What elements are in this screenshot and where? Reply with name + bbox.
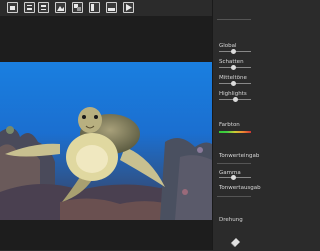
open-tool-icon[interactable]: [7, 2, 18, 13]
eraser-icon[interactable]: [230, 232, 241, 248]
global-slider-thumb[interactable]: [231, 49, 236, 54]
output-tone-track[interactable]: [217, 196, 251, 197]
hue-gradient-bar[interactable]: [219, 131, 251, 133]
divider: [217, 19, 251, 20]
highlights-slider-thumb[interactable]: [233, 97, 238, 102]
turtle-photo: [0, 62, 212, 220]
gamma-slider-thumb[interactable]: [231, 175, 236, 180]
gamma-slider[interactable]: [219, 175, 251, 180]
crop-tool-icon[interactable]: [24, 2, 35, 13]
frame-tool-icon[interactable]: [106, 2, 117, 13]
adjust-tool-icon[interactable]: [38, 2, 49, 13]
output-tone-label: Tonwertausgab: [219, 185, 261, 191]
highlights-slider[interactable]: [219, 97, 251, 102]
global-slider[interactable]: [219, 49, 251, 54]
input-tone-label: Tonwerteingab: [219, 153, 260, 159]
image-canvas[interactable]: [0, 16, 212, 250]
input-tone-track[interactable]: [217, 163, 251, 164]
midtones-slider-thumb[interactable]: [231, 81, 236, 86]
midtones-slider[interactable]: [219, 81, 251, 86]
adjustments-panel: Global Schatten Mitteltöne Highlights Fa…: [212, 0, 261, 250]
split-tool-icon[interactable]: [89, 2, 100, 13]
hue-label: Farbton: [219, 122, 240, 128]
shadows-slider[interactable]: [219, 65, 251, 70]
layers-tool-icon[interactable]: [72, 2, 83, 13]
landscape-filter-icon[interactable]: [55, 2, 66, 13]
shadows-slider-thumb[interactable]: [231, 65, 236, 70]
play-tool-icon[interactable]: [123, 2, 134, 13]
rotation-label: Drehung: [219, 217, 243, 223]
